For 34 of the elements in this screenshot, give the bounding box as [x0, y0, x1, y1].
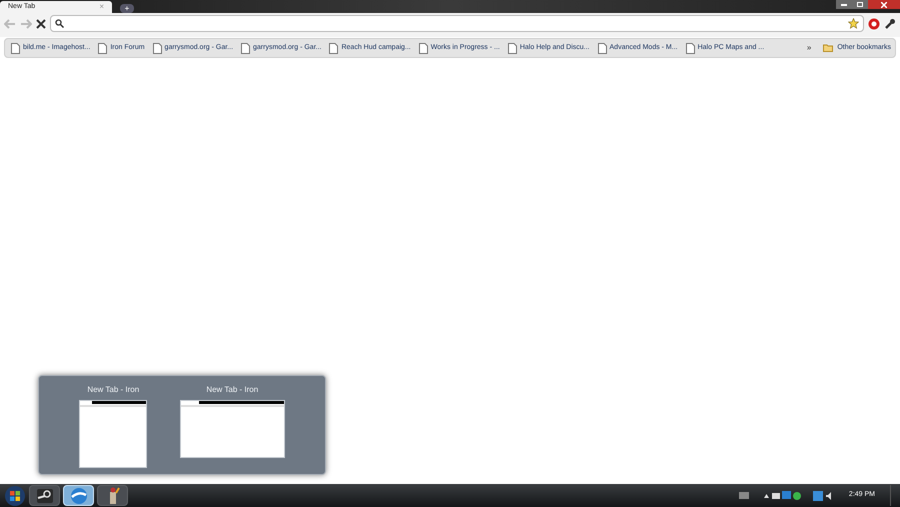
close-window-button[interactable]	[868, 0, 900, 9]
thumbnail-title: New Tab - Iron	[87, 384, 140, 396]
maximize-icon	[857, 2, 863, 7]
page-icon	[508, 42, 517, 54]
minimize-button[interactable]	[836, 0, 852, 9]
window-thumbnail[interactable]	[180, 400, 285, 458]
window-thumbnail[interactable]	[79, 400, 148, 468]
globe-icon	[70, 486, 88, 504]
address-field[interactable]	[50, 15, 864, 32]
speaker-icon[interactable]	[826, 492, 834, 500]
new-tab-button[interactable]: +	[120, 4, 134, 13]
start-icon[interactable]	[4, 484, 26, 506]
stop-sign-icon[interactable]	[868, 18, 880, 30]
page-icon	[329, 42, 338, 54]
close-icon	[881, 2, 887, 8]
star-icon[interactable]	[848, 18, 859, 29]
page-icon	[11, 42, 20, 54]
page-icon	[98, 42, 108, 54]
search-icon	[55, 19, 64, 28]
thumbnail-title: New Tab - Iron	[206, 384, 258, 396]
page-icon	[598, 42, 607, 54]
page-icon	[241, 42, 250, 54]
page-icon	[152, 42, 162, 54]
minimize-icon	[841, 4, 847, 6]
page-icon	[686, 42, 695, 54]
page-icon	[418, 42, 428, 54]
folder-icon	[823, 44, 834, 52]
stop-icon[interactable]	[36, 18, 46, 28]
tray-icon[interactable]	[772, 490, 802, 501]
taskbar-button[interactable]	[97, 485, 128, 506]
maximize-button[interactable]	[852, 0, 868, 9]
taskbar-button[interactable]	[29, 485, 60, 506]
bookmarks-overflow-button[interactable]: »	[806, 42, 812, 54]
arrow-up-icon[interactable]	[764, 494, 769, 498]
